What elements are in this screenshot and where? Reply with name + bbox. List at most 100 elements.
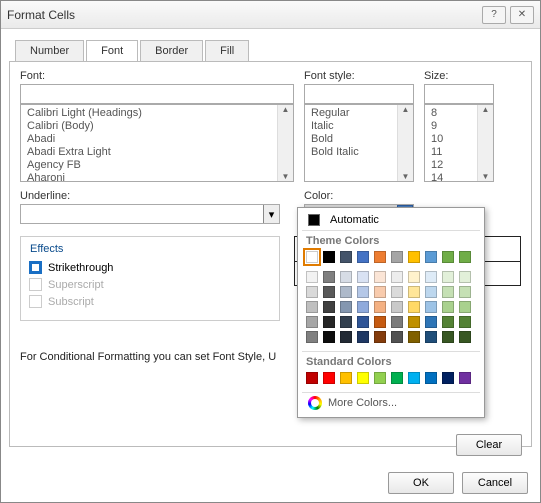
color-swatch[interactable] xyxy=(442,271,454,283)
color-swatch[interactable] xyxy=(357,331,369,343)
scrollbar[interactable]: ▲▼ xyxy=(477,105,493,181)
color-swatch[interactable] xyxy=(374,251,386,263)
list-item[interactable]: Agency FB xyxy=(21,159,293,172)
fontstyle-input[interactable] xyxy=(304,84,414,104)
color-swatch[interactable] xyxy=(374,331,386,343)
color-swatch[interactable] xyxy=(442,301,454,313)
color-swatch[interactable] xyxy=(442,316,454,328)
color-swatch[interactable] xyxy=(408,286,420,298)
color-swatch[interactable] xyxy=(459,271,471,283)
font-input[interactable] xyxy=(20,84,294,104)
color-swatch[interactable] xyxy=(340,286,352,298)
color-swatch[interactable] xyxy=(374,301,386,313)
color-swatch[interactable] xyxy=(340,301,352,313)
color-swatch[interactable] xyxy=(425,286,437,298)
help-button[interactable]: ? xyxy=(482,6,506,24)
scrollbar[interactable]: ▲▼ xyxy=(277,105,293,181)
size-list[interactable]: 8 9 10 11 12 14 ▲▼ xyxy=(424,104,494,182)
color-swatch[interactable] xyxy=(459,372,471,384)
list-item[interactable]: Abadi Extra Light xyxy=(21,146,293,159)
color-swatch[interactable] xyxy=(374,316,386,328)
color-swatch[interactable] xyxy=(408,372,420,384)
color-swatch[interactable] xyxy=(306,301,318,313)
color-swatch[interactable] xyxy=(459,316,471,328)
color-swatch[interactable] xyxy=(323,331,335,343)
color-swatch[interactable] xyxy=(459,251,471,263)
color-swatch[interactable] xyxy=(425,251,437,263)
list-item[interactable]: Calibri Light (Headings) xyxy=(21,107,293,120)
color-swatch[interactable] xyxy=(357,271,369,283)
tab-number[interactable]: Number xyxy=(15,40,84,62)
color-swatch[interactable] xyxy=(340,372,352,384)
color-swatch[interactable] xyxy=(459,286,471,298)
scrollbar[interactable]: ▲▼ xyxy=(397,105,413,181)
color-swatch[interactable] xyxy=(425,316,437,328)
color-swatch[interactable] xyxy=(391,372,403,384)
color-swatch[interactable] xyxy=(357,372,369,384)
color-swatch[interactable] xyxy=(357,301,369,313)
color-swatch[interactable] xyxy=(340,251,352,263)
font-list[interactable]: Calibri Light (Headings) Calibri (Body) … xyxy=(20,104,294,182)
color-swatch[interactable] xyxy=(306,286,318,298)
color-swatch[interactable] xyxy=(374,286,386,298)
chevron-down-icon[interactable]: ▾ xyxy=(263,205,279,223)
list-item[interactable]: Abadi xyxy=(21,133,293,146)
fontstyle-list[interactable]: Regular Italic Bold Bold Italic ▲▼ xyxy=(304,104,414,182)
color-swatch[interactable] xyxy=(323,251,335,263)
color-swatch[interactable] xyxy=(340,271,352,283)
color-swatch[interactable] xyxy=(323,271,335,283)
color-swatch[interactable] xyxy=(425,301,437,313)
color-swatch[interactable] xyxy=(425,331,437,343)
close-button[interactable]: ✕ xyxy=(510,6,534,24)
subscript-checkbox[interactable]: Subscript xyxy=(29,293,271,310)
clear-button[interactable]: Clear xyxy=(456,434,522,456)
color-swatch[interactable] xyxy=(408,251,420,263)
list-item[interactable]: Calibri (Body) xyxy=(21,120,293,133)
color-swatch[interactable] xyxy=(408,301,420,313)
color-swatch[interactable] xyxy=(306,331,318,343)
color-swatch[interactable] xyxy=(323,286,335,298)
color-swatch[interactable] xyxy=(391,271,403,283)
ok-button[interactable]: OK xyxy=(388,472,454,494)
color-swatch[interactable] xyxy=(408,331,420,343)
size-input[interactable] xyxy=(424,84,494,104)
color-swatch[interactable] xyxy=(306,271,318,283)
color-swatch[interactable] xyxy=(340,331,352,343)
color-swatch[interactable] xyxy=(306,372,318,384)
cancel-button[interactable]: Cancel xyxy=(462,472,528,494)
color-swatch[interactable] xyxy=(374,372,386,384)
color-swatch[interactable] xyxy=(442,372,454,384)
color-swatch[interactable] xyxy=(425,372,437,384)
color-swatch[interactable] xyxy=(391,301,403,313)
tab-border[interactable]: Border xyxy=(140,40,203,62)
color-swatch[interactable] xyxy=(357,316,369,328)
color-swatch[interactable] xyxy=(391,251,403,263)
color-swatch[interactable] xyxy=(340,316,352,328)
strikethrough-checkbox[interactable]: Strikethrough xyxy=(29,259,271,276)
color-swatch[interactable] xyxy=(408,271,420,283)
color-swatch[interactable] xyxy=(442,331,454,343)
more-colors-option[interactable]: More Colors... xyxy=(302,392,480,413)
color-swatch[interactable] xyxy=(442,251,454,263)
color-swatch[interactable] xyxy=(323,316,335,328)
color-swatch[interactable] xyxy=(442,286,454,298)
tab-font[interactable]: Font xyxy=(86,40,138,62)
color-swatch[interactable] xyxy=(408,316,420,328)
color-swatch[interactable] xyxy=(459,331,471,343)
color-swatch[interactable] xyxy=(357,286,369,298)
color-swatch[interactable] xyxy=(323,372,335,384)
color-swatch[interactable] xyxy=(459,301,471,313)
color-swatch[interactable] xyxy=(391,286,403,298)
color-swatch[interactable] xyxy=(306,316,318,328)
color-swatch[interactable] xyxy=(357,251,369,263)
color-swatch[interactable] xyxy=(391,331,403,343)
color-swatch[interactable] xyxy=(391,316,403,328)
color-swatch[interactable] xyxy=(374,271,386,283)
tab-fill[interactable]: Fill xyxy=(205,40,249,62)
list-item[interactable]: Aharoni xyxy=(21,172,293,182)
color-swatch[interactable] xyxy=(425,271,437,283)
automatic-option[interactable]: Automatic xyxy=(302,212,480,228)
color-swatch[interactable] xyxy=(306,251,318,263)
color-swatch[interactable] xyxy=(323,301,335,313)
superscript-checkbox[interactable]: Superscript xyxy=(29,276,271,293)
